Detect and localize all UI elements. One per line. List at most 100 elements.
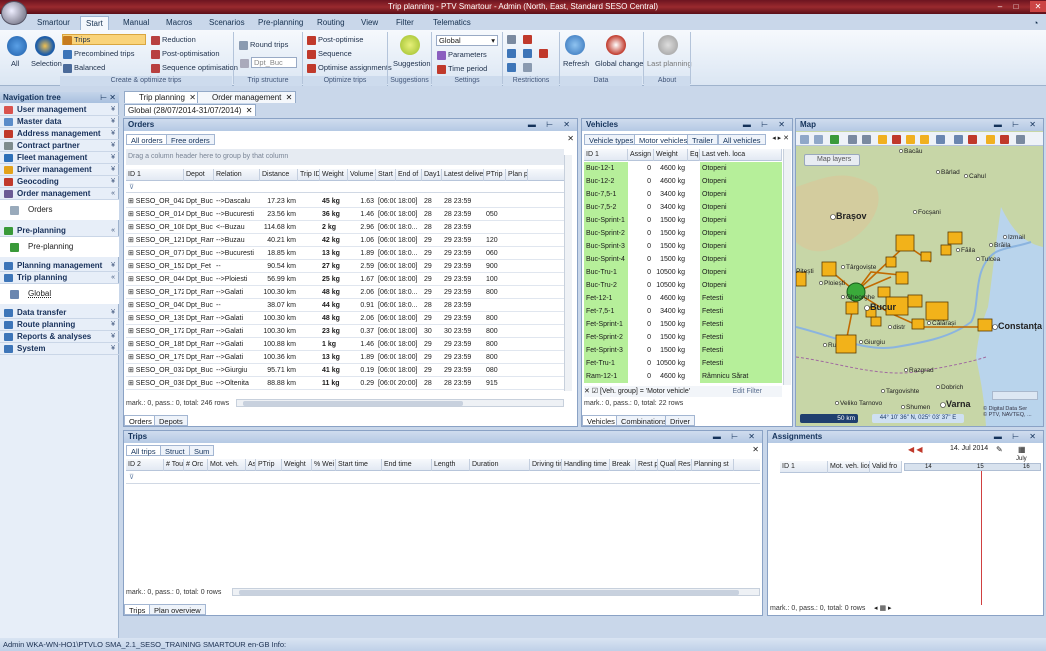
table-row[interactable]: Buc-Sprint-3 0 1500 kg Otopeni — [584, 240, 782, 253]
app-logo-icon[interactable] — [1, 1, 27, 25]
table-row[interactable]: ⊞ SESO_OR_032 Dpt_Buc -->Giurgiu 95.71 km 41… — [126, 364, 564, 377]
table-row[interactable]: Fet-Tru-1 0 10500 kg Fetesti — [584, 357, 782, 370]
column-header[interactable]: Weight — [282, 459, 312, 471]
nav-driver-management[interactable]: Driver management ¥ — [0, 164, 119, 176]
sequence-optimisation-button[interactable]: Sequence optimisation — [151, 63, 238, 73]
column-header[interactable]: Start o — [376, 169, 396, 181]
map-settings-icon[interactable] — [986, 135, 995, 144]
tab-trailer[interactable]: Trailer — [687, 134, 718, 145]
maximize-icon[interactable]: □ — [1010, 1, 1022, 12]
orders-vertical-scrollbar[interactable] — [564, 155, 572, 391]
optimise-assignments-button[interactable]: Optimise assignments — [307, 63, 392, 73]
trips-button[interactable]: Trips — [62, 34, 146, 45]
ribbon-tab-telematics[interactable]: Telematics — [428, 16, 476, 30]
ribbon-tab-macros[interactable]: Macros — [161, 16, 197, 30]
table-row[interactable]: ⊞ SESO_OR_121 Dpt_Ram -->Buzau 40.21 km 42 k… — [126, 234, 564, 247]
all-button[interactable]: All — [11, 59, 19, 68]
nav-data-transfer[interactable]: Data transfer ¥ — [0, 307, 119, 319]
table-row[interactable]: ⊞ SESO_OR_038 Dpt_Buc -->Oltenita 88.88 km 1… — [126, 377, 564, 390]
print-icon[interactable] — [848, 135, 857, 144]
round-trips-button[interactable]: Round trips — [239, 40, 288, 50]
column-header[interactable]: Assign — [628, 149, 654, 161]
column-header[interactable]: # Tou — [164, 459, 184, 471]
tab-depots[interactable]: Depots — [154, 415, 188, 426]
column-header[interactable]: ID 1 — [584, 149, 628, 161]
panel-controls-icon[interactable]: ▬ ⊢ ✕ — [743, 119, 789, 131]
table-row[interactable]: Fet-Sprint-1 0 1500 kg Fetesti — [584, 318, 782, 331]
tab-vehicles[interactable]: Vehicles — [582, 415, 620, 426]
time-period-button[interactable]: Time period — [437, 64, 487, 74]
refresh-button[interactable]: Refresh — [563, 59, 589, 68]
nav-pre-planning[interactable]: Pre-planning « — [0, 225, 119, 237]
panel-controls-icon[interactable]: ▬ ⊢ ✕ — [994, 431, 1040, 443]
select-tool-icon[interactable] — [878, 135, 887, 144]
ribbon-tab-routing[interactable]: Routing — [312, 16, 350, 30]
table-row[interactable]: ⊞ SESO_OR_040 Dpt_Buc -- 38.07 km 44 kg 0.91 [… — [126, 299, 564, 312]
orders-filter-row[interactable]: ⊽ — [126, 182, 564, 193]
vehicles-vertical-scrollbar[interactable] — [783, 149, 791, 385]
table-row[interactable]: ⊞ SESO_OR_014 Dpt_Buc -->Bucuresti 23.56 km… — [126, 208, 564, 221]
table-row[interactable]: ⊞ SESO_OR_172 Dpt_Ram -->Galati 100.30 km 23… — [126, 325, 564, 338]
table-row[interactable]: Buc-Sprint-2 0 1500 kg Otopeni — [584, 227, 782, 240]
tab-plan-overview[interactable]: Plan overview — [149, 604, 206, 615]
restriction-1-icon[interactable] — [507, 34, 518, 44]
measure-icon[interactable] — [936, 135, 945, 144]
column-header[interactable]: PTrip — [256, 459, 282, 471]
restriction-7-icon[interactable] — [523, 62, 534, 72]
map-layers-button[interactable]: Map layers — [804, 154, 860, 166]
balanced-button[interactable]: Balanced — [63, 63, 105, 73]
close-tab-icon[interactable]: ✕ — [246, 105, 253, 117]
rss-icon[interactable]: ◔ — [1028, 16, 1043, 30]
column-header[interactable]: Start time — [336, 459, 382, 471]
global-change-button[interactable]: Global change — [595, 59, 643, 68]
ribbon-tab-view[interactable]: View — [356, 16, 383, 30]
column-header[interactable]: ID 1 — [780, 461, 828, 473]
tab-combinations[interactable]: Combinations — [616, 415, 672, 426]
play-selection-icon[interactable] — [35, 36, 55, 56]
post-optimisation-button[interactable]: Post-optimisation — [151, 49, 220, 59]
info-icon[interactable] — [658, 35, 678, 55]
minimize-icon[interactable]: – — [994, 1, 1006, 12]
tab-motor-vehicles[interactable]: Motor vehicles — [634, 134, 693, 145]
column-header[interactable]: Mot. veh. — [208, 459, 246, 471]
tab-all-orders[interactable]: All orders — [126, 134, 168, 145]
precombined-trips-button[interactable]: Precombined trips — [63, 49, 134, 59]
reduction-button[interactable]: Reduction — [151, 35, 196, 45]
tab-sum[interactable]: Sum — [189, 445, 215, 456]
edit-filter-link[interactable]: Edit Filter — [732, 386, 762, 397]
last-planning-button[interactable]: Last planning — [647, 59, 692, 68]
tab-nav-icon[interactable]: ◂ ▸ ✕ — [772, 134, 789, 142]
nav-trip-planning[interactable]: Trip planning « — [0, 272, 119, 284]
column-header[interactable]: Handling time — [562, 459, 610, 471]
column-header[interactable]: Driving tim — [530, 459, 562, 471]
post-optimise-button[interactable]: Post-optimise — [307, 35, 363, 45]
ribbon-tab-scenarios[interactable]: Scenarios — [204, 16, 250, 30]
nav-route-planning[interactable]: Route planning ¥ — [0, 319, 119, 331]
table-row[interactable]: Buc-Sprint-1 0 1500 kg Otopeni — [584, 214, 782, 227]
ribbon-tab-filter[interactable]: Filter — [391, 16, 419, 30]
trips-filter-row[interactable]: ⊽ — [126, 472, 760, 484]
suggestion-button[interactable]: Suggestion — [393, 59, 431, 68]
print-icon[interactable]: ▦ — [1018, 445, 1026, 454]
scroll-thumb[interactable] — [239, 590, 739, 595]
map-export-icon[interactable] — [1000, 135, 1009, 144]
orders-horizontal-scrollbar[interactable] — [236, 399, 564, 407]
column-header[interactable]: Plan p — [506, 169, 528, 181]
table-row[interactable]: Fet-Sprint-2 0 1500 kg Fetesti — [584, 331, 782, 344]
table-row[interactable]: Fet-Sprint-3 0 1500 kg Fetesti — [584, 344, 782, 357]
table-row[interactable]: Buc-12-2 0 4600 kg Otopeni — [584, 175, 782, 188]
column-header[interactable]: Relation — [214, 169, 260, 181]
panel-controls-icon[interactable]: ▬ ⊢ ✕ — [994, 119, 1040, 131]
column-header[interactable]: Weight — [654, 149, 688, 161]
sequence-button[interactable]: Sequence — [307, 49, 352, 59]
table-row[interactable]: Ram-12-1 0 4600 kg Râmnicu Sărat — [584, 370, 782, 383]
restriction-4-icon[interactable] — [523, 48, 534, 58]
scroll-thumb[interactable] — [243, 401, 463, 406]
column-header[interactable]: Eq — [688, 149, 700, 161]
column-header[interactable]: Valid fro — [870, 461, 902, 473]
route-tool-icon[interactable] — [892, 135, 901, 144]
column-header[interactable]: Planning st — [692, 459, 734, 471]
column-header[interactable]: Length — [432, 459, 470, 471]
column-header[interactable]: Last veh. loca — [700, 149, 782, 161]
tab-driver[interactable]: Driver — [665, 415, 695, 426]
